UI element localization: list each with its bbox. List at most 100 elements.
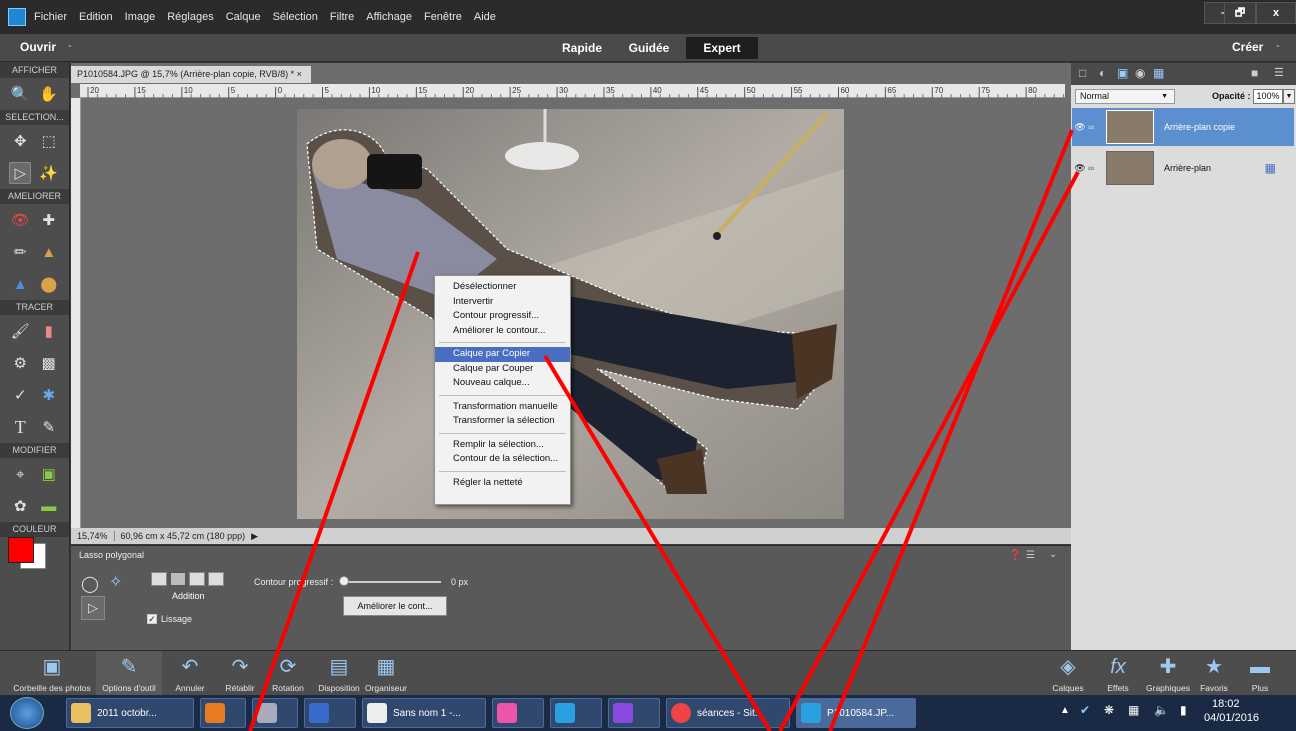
red-eye-tool-icon[interactable]: 👁 [9, 209, 31, 231]
link-icon[interactable]: ∞ [1088, 163, 1100, 173]
taskbar-media[interactable] [200, 698, 246, 728]
menu-reglages[interactable]: Réglages [167, 11, 213, 23]
spot-healing-tool-icon[interactable]: ✚ [38, 209, 60, 231]
menu-selection[interactable]: Sélection [273, 11, 318, 23]
hand-tool-icon[interactable]: ✋ [38, 83, 60, 105]
blend-mode-select[interactable]: Normal ▼ [1075, 89, 1175, 104]
taskbar-folder[interactable]: 2011 octobr... [66, 698, 194, 728]
taskbar-photoshop-organizer[interactable] [550, 698, 602, 728]
zoom-value[interactable]: 15,74% [71, 531, 115, 541]
lock-all-icon[interactable]: ▦ [1153, 66, 1164, 80]
help-icon[interactable]: ❓ [1009, 550, 1021, 561]
foreground-color-swatch[interactable] [8, 537, 34, 563]
taskbar-chrome[interactable]: séances - Sit... [666, 698, 790, 728]
text-tool-icon[interactable]: T [9, 416, 31, 438]
layer-row-arriere-plan[interactable]: 👁 ∞ Arrière-plan ▦ [1072, 149, 1294, 187]
polygon-lasso-tool-icon[interactable]: ▷ [9, 162, 32, 184]
feather-slider-handle[interactable] [339, 576, 349, 586]
magnetic-lasso-icon[interactable]: ✧ [109, 572, 122, 592]
menu-item-regler-nettete[interactable]: Régler la netteté [435, 476, 570, 491]
menu-image[interactable]: Image [125, 11, 156, 23]
menu-affichage[interactable]: Affichage [366, 11, 412, 23]
menu-item-remplir-selection[interactable]: Remplir la sélection... [435, 438, 570, 453]
status-arrow-icon[interactable]: ▶ [251, 531, 258, 542]
layer-row-arriere-plan-copie[interactable]: 👁 ∞ Arrière-plan copie [1072, 108, 1294, 146]
taskbar-book[interactable] [304, 698, 356, 728]
menu-item-intervertir[interactable]: Intervertir [435, 295, 570, 310]
open-button[interactable]: Ouvrir [20, 40, 56, 54]
new-layer-icon[interactable]: □ [1079, 66, 1086, 80]
undo-button[interactable]: ↶ Annuler [170, 651, 210, 696]
blur-tool-icon[interactable]: ▲ [9, 273, 31, 295]
intersect-selection-icon[interactable] [208, 572, 224, 586]
crop-tool-icon[interactable]: ⌖ [9, 463, 31, 485]
smart-brush-tool-icon[interactable]: ✏ [9, 241, 31, 263]
create-dropdown-arrow[interactable]: - [1276, 40, 1280, 52]
effects-button[interactable]: fx Effets [1098, 651, 1138, 696]
menu-edition[interactable]: Edition [79, 11, 113, 23]
organizer-button[interactable]: ▦ Organiseur [362, 651, 410, 696]
zoom-tool-icon[interactable]: 🔍 [9, 83, 31, 105]
more-button[interactable]: ▬ Plus [1240, 651, 1280, 696]
tray-network-share-icon[interactable]: ❋ [1104, 703, 1114, 717]
sponge-tool-icon[interactable]: ⬤ [38, 273, 60, 295]
menu-item-deselectionner[interactable]: Désélectionner [435, 280, 570, 295]
tool-options-button[interactable]: ✎ Options d'outil [96, 651, 162, 696]
eyedropper-tool-icon[interactable]: ✓ [9, 384, 31, 406]
paint-bucket-tool-icon[interactable]: ⚙ [9, 352, 31, 374]
clock-time[interactable]: 18:02 [1212, 698, 1240, 710]
menu-item-contour-selection[interactable]: Contour de la sélection... [435, 452, 570, 467]
taskbar-photoshop[interactable]: P1010584.JP... [796, 698, 916, 728]
subtract-selection-icon[interactable] [189, 572, 205, 586]
recompose-tool-icon[interactable]: ▣ [38, 463, 60, 485]
layer-name[interactable]: Arrière-plan copie [1164, 122, 1235, 132]
visibility-eye-icon[interactable]: 👁 [1072, 122, 1088, 133]
options-menu-icon[interactable]: ☰ [1026, 550, 1035, 561]
tray-expand-icon[interactable]: ▲ [1060, 705, 1070, 716]
tray-app-icon[interactable]: ✔ [1080, 703, 1090, 717]
tab-guidee[interactable]: Guidée [616, 37, 682, 59]
content-move-tool-icon[interactable]: ✿ [9, 495, 31, 517]
add-selection-icon[interactable] [170, 572, 186, 586]
start-button[interactable] [10, 697, 44, 729]
visibility-eye-icon[interactable]: 👁 [1072, 163, 1088, 174]
opacity-dropdown-icon[interactable]: ▼ [1283, 89, 1295, 104]
taskbar-picasa[interactable] [492, 698, 544, 728]
menu-item-transformation-manuelle[interactable]: Transformation manuelle [435, 400, 570, 415]
clock-date[interactable]: 04/01/2016 [1204, 712, 1259, 724]
new-selection-icon[interactable] [151, 572, 167, 586]
menu-item-calque-par-copier[interactable]: Calque par Copier [435, 347, 570, 362]
tab-expert[interactable]: Expert [686, 37, 758, 59]
brush-tool-icon[interactable]: 🖌 [9, 320, 31, 342]
opacity-field[interactable]: 100% [1253, 89, 1283, 104]
menu-aide[interactable]: Aide [474, 11, 496, 23]
create-button[interactable]: Créer [1232, 40, 1263, 54]
panel-menu-icon[interactable]: ☰ [1274, 66, 1284, 79]
lasso-icon[interactable]: ◯ [81, 574, 99, 594]
lock-icon[interactable]: ◉ [1135, 66, 1145, 80]
volume-icon[interactable]: 🔈 [1154, 703, 1169, 717]
layer-name[interactable]: Arrière-plan [1164, 163, 1211, 173]
photo-bin-button[interactable]: ▣ Corbeille des photos [4, 651, 100, 696]
marquee-tool-icon[interactable]: ⬚ [38, 130, 60, 152]
taskbar-document[interactable]: Sans nom 1 -... [362, 698, 486, 728]
clone-stamp-tool-icon[interactable]: ▲ [38, 241, 60, 263]
favorites-button[interactable]: ★ Favoris [1194, 651, 1234, 696]
quick-select-tool-icon[interactable]: ✨ [38, 162, 60, 184]
taskbar-calculator[interactable] [252, 698, 298, 728]
menu-fichier[interactable]: Fichier [34, 11, 67, 23]
feather-slider-track[interactable] [341, 581, 441, 583]
redo-button[interactable]: ↷ Rétablir [220, 651, 260, 696]
menu-calque[interactable]: Calque [226, 11, 261, 23]
collapse-chevron-icon[interactable]: ⌄ [1049, 549, 1057, 560]
menu-item-calque-par-couper[interactable]: Calque par Couper [435, 362, 570, 377]
pencil-tool-icon[interactable]: ✎ [38, 416, 60, 438]
menu-item-nouveau-calque[interactable]: Nouveau calque... [435, 376, 570, 391]
menu-item-transformer-selection[interactable]: Transformer la sélection [435, 414, 570, 429]
shape-tool-icon[interactable]: ✱ [38, 384, 60, 406]
menu-item-contour-progressif[interactable]: Contour progressif... [435, 309, 570, 324]
signal-icon[interactable]: ▮ [1180, 703, 1187, 717]
smooth-checkbox[interactable]: ✓ [147, 614, 157, 624]
open-dropdown-arrow[interactable]: - [68, 40, 72, 52]
move-tool-icon[interactable]: ✥ [9, 130, 31, 152]
